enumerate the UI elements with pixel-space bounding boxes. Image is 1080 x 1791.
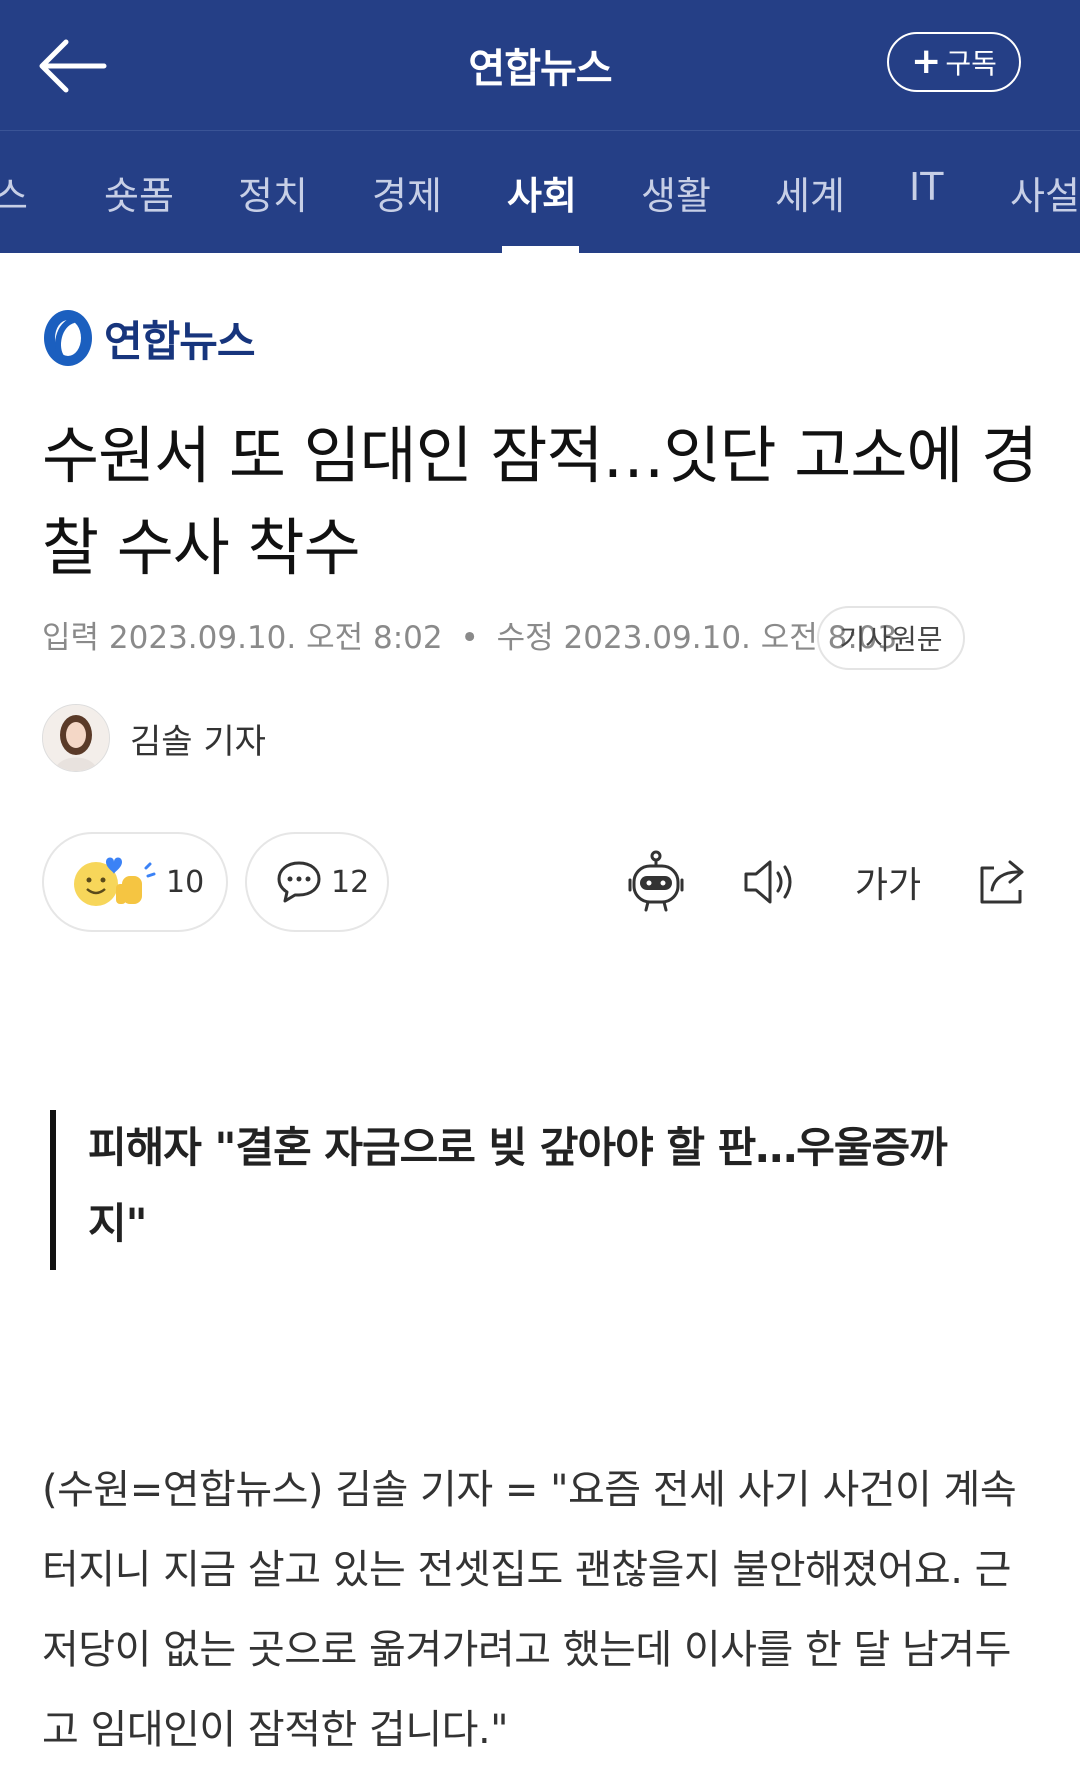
yonhap-logo-icon <box>44 310 92 366</box>
original-article-button[interactable]: 기사원문 <box>817 606 965 670</box>
comment-button[interactable]: 12 <box>245 832 389 932</box>
reporter-name: 김솔 기자 <box>130 721 266 762</box>
tab-world[interactable]: 세계 <box>775 165 845 220</box>
subscribe-button[interactable]: + 구독 <box>887 32 1021 92</box>
article-headline: 수원서 또 임대인 잠적…잇단 고소에 경찰 수사 착수 <box>42 419 1038 584</box>
tab-life[interactable]: 생활 <box>641 165 711 220</box>
tab-politics[interactable]: 정치 <box>238 165 308 220</box>
tab-news[interactable]: 뉴스 <box>0 165 28 220</box>
font-size-label: 가가 <box>854 865 922 906</box>
robot-icon <box>628 850 684 912</box>
plus-icon: + <box>911 41 942 82</box>
tab-economy[interactable]: 경제 <box>372 165 442 220</box>
tab-society[interactable]: 사회 <box>507 165 577 220</box>
font-size-button[interactable]: 가가 <box>848 846 928 918</box>
avatar <box>42 704 110 772</box>
published-date: 2023.09.10. 오전 8:02 <box>108 620 443 656</box>
share-icon <box>980 860 1024 904</box>
smile-thumbs-up-icon <box>74 857 156 906</box>
subscribe-label: 구독 <box>945 47 997 80</box>
publisher-logo[interactable]: 연합뉴스 <box>40 306 256 370</box>
article-body-paragraph: (수원=연합뉴스) 김솔 기자 = "요즘 전세 사기 사건이 계속 터지니 지… <box>42 1467 1017 1753</box>
reaction-count: 10 <box>166 864 205 900</box>
reaction-button[interactable]: 10 <box>42 832 228 932</box>
tab-editorial[interactable]: 사설 <box>1010 165 1080 220</box>
top-app-bar: 연합뉴스 + 구독 <box>0 0 1080 130</box>
reporter-link[interactable]: 김솔 기자 <box>42 704 266 772</box>
tab-it[interactable]: IT <box>909 165 943 209</box>
article-meta: 입력 2023.09.10. 오전 8:02 • 수정 2023.09.10. … <box>42 612 897 657</box>
category-tab-bar: 뉴스 숏폼 정치 경제 사회 생활 세계 IT 사설 <box>0 130 1080 253</box>
share-button[interactable] <box>966 846 1038 918</box>
comment-count: 12 <box>331 864 370 900</box>
published-label: 입력 <box>42 620 100 656</box>
active-tab-indicator <box>502 246 579 253</box>
speaker-icon <box>744 860 792 904</box>
text-to-speech-button[interactable] <box>734 846 806 918</box>
ai-summary-button[interactable] <box>620 846 692 918</box>
article-subheading: 피해자 "결혼 자금으로 빚 갚아야 할 판…우울증까지" <box>50 1110 950 1270</box>
tab-shortform[interactable]: 숏폼 <box>104 165 174 220</box>
subheading-text: 피해자 "결혼 자금으로 빚 갚아야 할 판…우울증까지" <box>88 1123 948 1248</box>
comment-bubble-icon <box>277 861 321 903</box>
meta-separator: • <box>460 620 479 656</box>
modified-label: 수정 <box>496 620 554 656</box>
publisher-name: 연합뉴스 <box>104 316 256 366</box>
